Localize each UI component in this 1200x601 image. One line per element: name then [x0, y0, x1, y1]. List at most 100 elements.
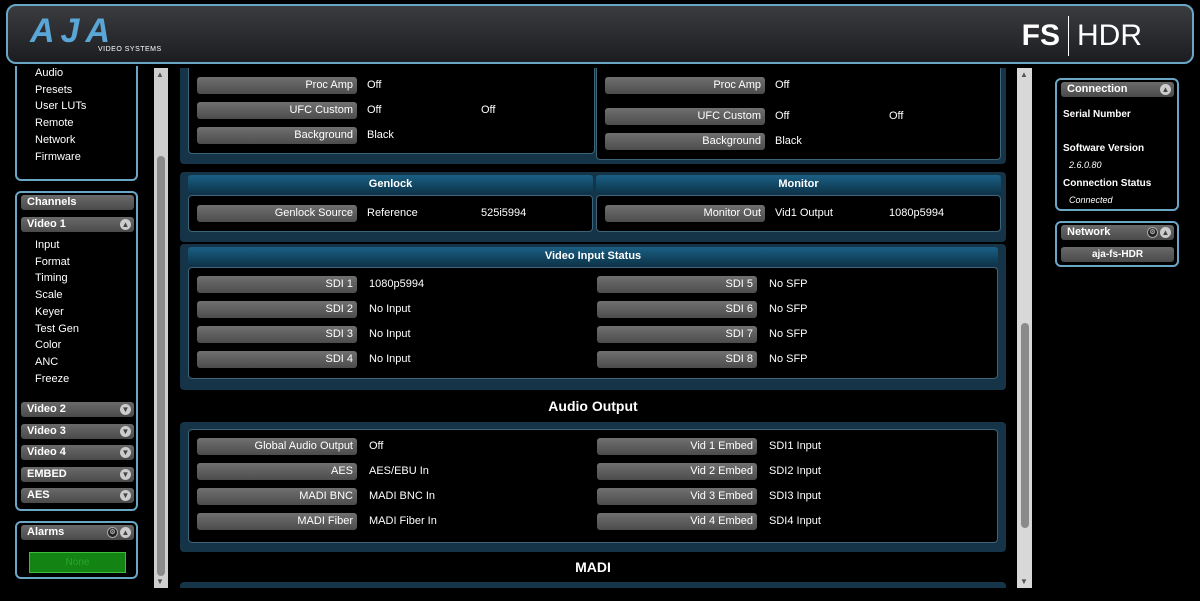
audio-vid-3-embed-button[interactable]: Vid 3 Embed — [597, 488, 757, 505]
audio-source-value: SDI1 Input — [769, 440, 821, 452]
nav-item-network[interactable]: Network — [35, 134, 75, 146]
scroll-thumb[interactable] — [1021, 323, 1029, 528]
input-sdi4-button[interactable]: SDI 4 — [197, 351, 357, 368]
nav-item-presets[interactable]: Presets — [35, 84, 72, 96]
chevron-up-icon[interactable]: ▲ — [1160, 84, 1171, 95]
audio-source-value: AES/EBU In — [369, 465, 429, 477]
section-toggle-video-4[interactable]: Video 4 ▼ — [21, 445, 134, 460]
connection-header[interactable]: Connection ▲ — [1061, 82, 1174, 97]
nav-item-test-gen[interactable]: Test Gen — [35, 323, 79, 335]
input-sdi1-button[interactable]: SDI 1 — [197, 276, 357, 293]
left-background-button[interactable]: Background — [197, 127, 357, 144]
connection-panel: Connection ▲ Serial Number Software Versi… — [1055, 78, 1179, 211]
left-value-2: Off — [481, 104, 496, 116]
right-value: Off — [775, 110, 790, 122]
brand-sub: VIDEO SYSTEMS — [98, 46, 162, 53]
input-sdi3-button[interactable]: SDI 3 — [197, 326, 357, 343]
genlock-source-value: Reference — [367, 207, 418, 219]
scroll-down-icon[interactable]: ▼ — [1020, 577, 1028, 586]
right-value-2: Off — [889, 110, 904, 122]
nav-item-color[interactable]: Color — [35, 339, 61, 351]
right-value: Off — [775, 79, 790, 91]
section-toggle-video-3[interactable]: Video 3 ▼ — [21, 423, 134, 439]
monitor-header: Monitor — [596, 175, 1001, 194]
right-background-button[interactable]: Background — [605, 133, 765, 150]
chevron-down-icon[interactable]: ▼ — [120, 468, 131, 480]
aja-logo: AJA VIDEO SYSTEMS — [30, 12, 162, 58]
audio-vid-4-embed-button[interactable]: Vid 4 Embed — [597, 513, 757, 530]
audio-vid-1-embed-button[interactable]: Vid 1 Embed — [597, 438, 757, 455]
chevron-up-icon[interactable]: ▲ — [1160, 227, 1171, 238]
left-ufc-custom-button[interactable]: UFC Custom — [197, 102, 357, 119]
right-proc-amp-button[interactable]: Proc Amp — [605, 77, 765, 94]
network-device-item[interactable]: aja-fs-HDR — [1061, 247, 1174, 262]
nav-item-scale[interactable]: Scale — [35, 289, 63, 301]
audio-source-value: SDI2 Input — [769, 465, 821, 477]
audio-source-value: SDI3 Input — [769, 490, 821, 502]
nav-item-freeze[interactable]: Freeze — [35, 373, 69, 385]
connection-status-label: Connection Status — [1063, 178, 1152, 189]
page-scrollbar[interactable]: ▲ ▼ — [154, 68, 168, 588]
audio-source-value: MADI BNC In — [369, 490, 436, 502]
input-sdi2-button[interactable]: SDI 2 — [197, 301, 357, 318]
chevron-down-icon[interactable]: ▼ — [120, 490, 131, 501]
gear-icon[interactable]: ⚙ — [1147, 227, 1158, 238]
software-version-value: 2.6.0.80 — [1069, 160, 1102, 170]
scroll-up-icon[interactable]: ▲ — [156, 70, 164, 79]
channels-panel: Channels Video 1 ▲ Input Format Timing Scale… — [15, 191, 138, 511]
input-status-value: No SFP — [769, 278, 808, 290]
nav-item-format[interactable]: Format — [35, 256, 70, 268]
gear-icon[interactable]: ⚙ — [107, 527, 118, 538]
audio-vid-2-embed-button[interactable]: Vid 2 Embed — [597, 463, 757, 480]
audio-source-value: Off — [369, 440, 384, 452]
video1-section-toggle[interactable]: Video 1 ▲ — [21, 217, 134, 232]
input-sdi7-button[interactable]: SDI 7 — [597, 326, 757, 343]
audio-madi-fiber-button[interactable]: MADI Fiber — [197, 513, 357, 530]
alarms-header[interactable]: Alarms ⚙ ▲ — [21, 525, 134, 540]
scroll-thumb[interactable] — [157, 156, 165, 576]
nav-item-audio[interactable]: Audio — [35, 67, 63, 79]
genlock-source-button[interactable]: Genlock Source — [197, 205, 357, 222]
content-scrollbar[interactable]: ▲ ▼ — [1017, 68, 1032, 588]
nav-item-input[interactable]: Input — [35, 239, 59, 251]
serial-number-label: Serial Number — [1063, 109, 1131, 120]
alarm-status: None — [29, 552, 126, 573]
section-toggle-video-2[interactable]: Video 2 ▼ — [21, 402, 134, 417]
app-header: AJA VIDEO SYSTEMS FS HDR — [6, 4, 1194, 64]
audio-madi-bnc-button[interactable]: MADI BNC — [197, 488, 357, 505]
audio-global-audio-output-button[interactable]: Global Audio Output — [197, 438, 357, 455]
scroll-down-icon[interactable]: ▼ — [156, 577, 164, 586]
left-proc-amp-button[interactable]: Proc Amp — [197, 77, 357, 94]
genlock-header: Genlock — [188, 175, 593, 194]
nav-item-remote[interactable]: Remote — [35, 117, 74, 129]
chevron-down-icon[interactable]: ▼ — [120, 425, 131, 437]
input-status-value: No SFP — [769, 303, 808, 315]
monitor-out-value: Vid1 Output — [775, 207, 833, 219]
section-toggle-aes[interactable]: AES ▼ — [21, 488, 134, 503]
nav-item-timing[interactable]: Timing — [35, 272, 68, 284]
audio-aes-button[interactable]: AES — [197, 463, 357, 480]
input-sdi6-button[interactable]: SDI 6 — [597, 301, 757, 318]
nav-item-anc[interactable]: ANC — [35, 356, 58, 368]
chevron-down-icon[interactable]: ▼ — [120, 447, 131, 458]
audio-source-value: SDI4 Input — [769, 515, 821, 527]
right-ufc-custom-button[interactable]: UFC Custom — [605, 108, 765, 125]
audio-output-title: Audio Output — [548, 398, 638, 414]
left-value: Off — [367, 79, 382, 91]
scroll-up-icon[interactable]: ▲ — [1020, 70, 1028, 79]
nav-item-user-luts[interactable]: User LUTs — [35, 100, 86, 112]
input-sdi8-button[interactable]: SDI 8 — [597, 351, 757, 368]
chevron-up-icon[interactable]: ▲ — [120, 527, 131, 538]
nav-item-firmware[interactable]: Firmware — [35, 151, 81, 163]
section-toggle-embed[interactable]: EMBED ▼ — [21, 466, 134, 482]
input-sdi5-button[interactable]: SDI 5 — [597, 276, 757, 293]
audio-source-value: MADI Fiber In — [369, 515, 437, 527]
right-value: Black — [775, 135, 802, 147]
chevron-up-icon[interactable]: ▲ — [120, 219, 131, 230]
monitor-out-button[interactable]: Monitor Out — [605, 205, 765, 222]
video-input-status-header: Video Input Status — [188, 247, 998, 266]
network-panel: Network ⚙ ▲ aja-fs-HDR — [1055, 221, 1179, 267]
nav-item-keyer[interactable]: Keyer — [35, 306, 64, 318]
network-header[interactable]: Network ⚙ ▲ — [1061, 225, 1174, 240]
chevron-down-icon[interactable]: ▼ — [120, 404, 131, 415]
